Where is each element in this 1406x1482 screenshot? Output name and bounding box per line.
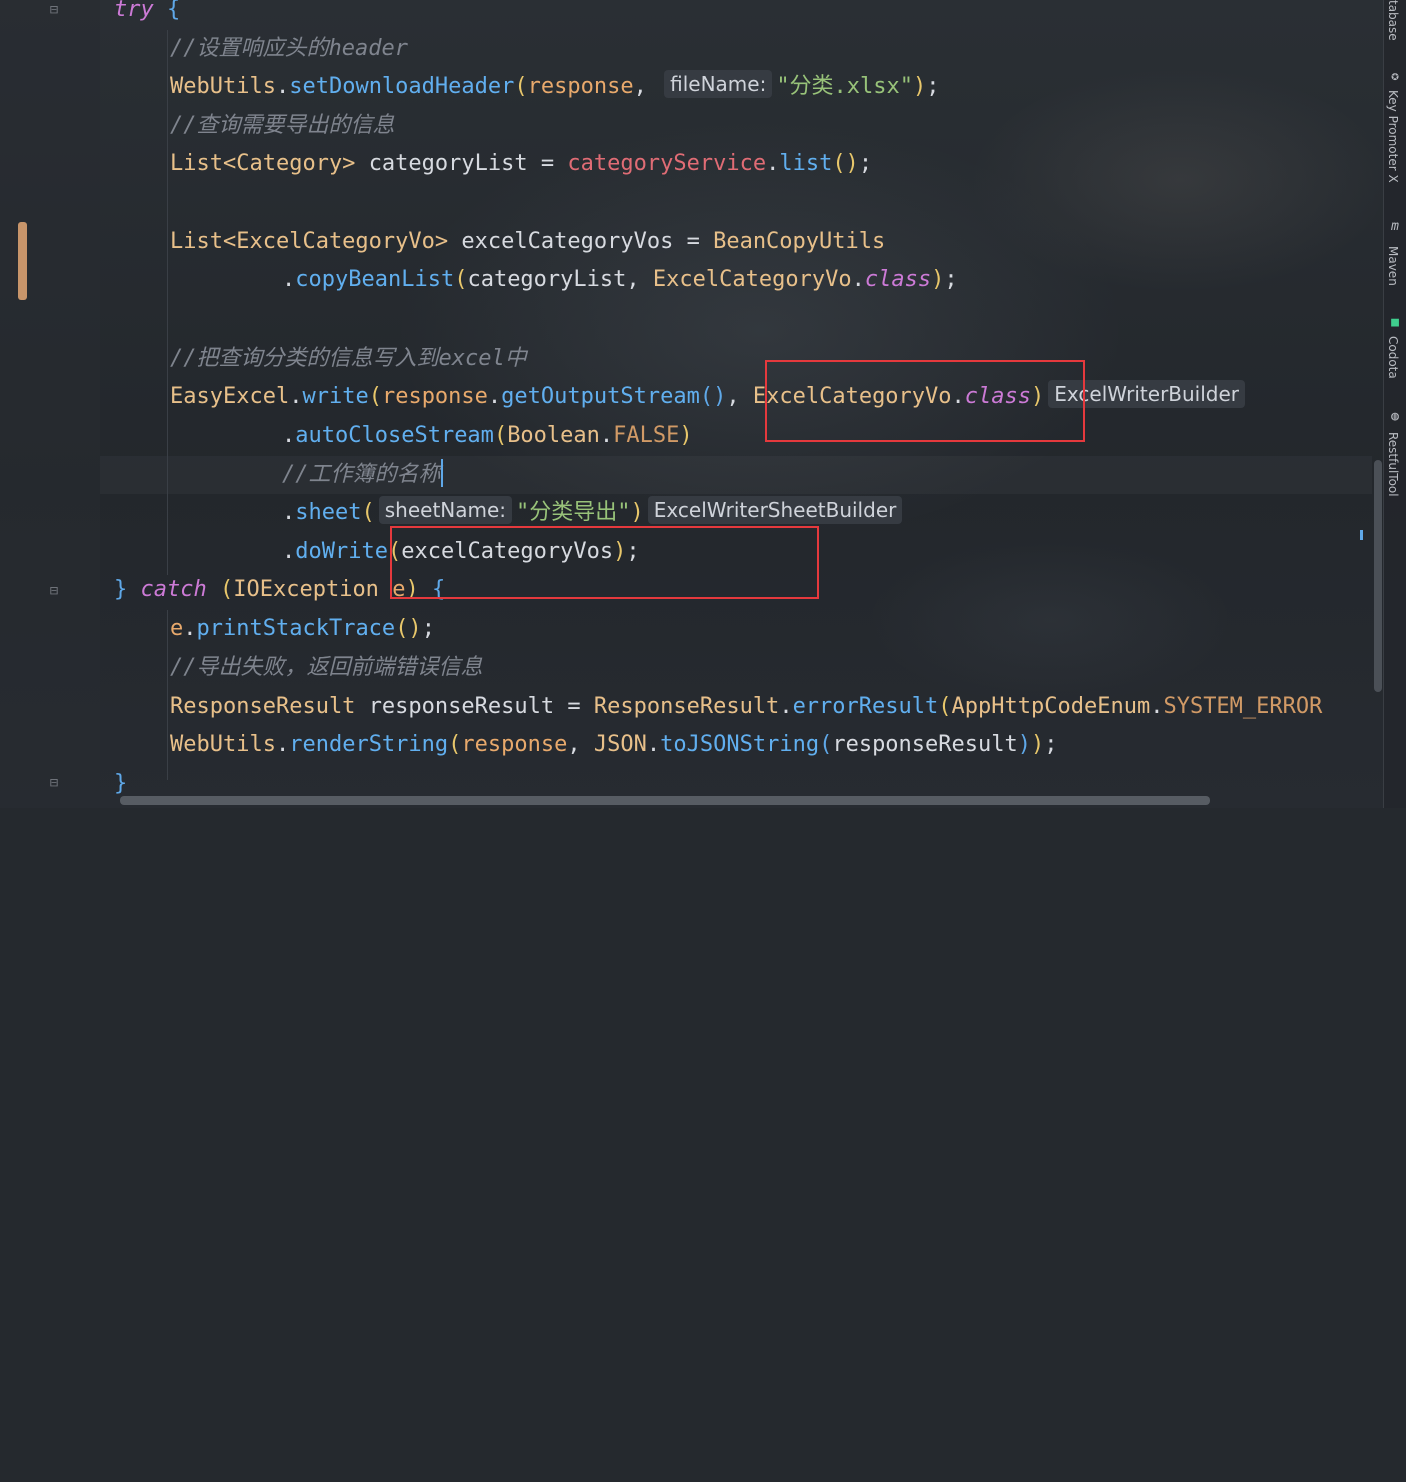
code-line-1: try { <box>114 0 181 22</box>
tool-key-promoter[interactable]: Key Promoter X <box>1386 90 1400 183</box>
text-caret <box>440 459 443 487</box>
highlight-box-dowrite-arg <box>390 526 819 599</box>
vertical-scrollbar[interactable] <box>1374 460 1382 692</box>
code-line-17: e.printStackTrace(); <box>170 616 435 641</box>
parameter-hint: sheetName: <box>378 496 513 524</box>
globe-icon: ◍ <box>1391 409 1399 424</box>
code-line-8: .copyBeanList(categoryList, ExcelCategor… <box>282 267 958 292</box>
code-line-7: List<ExcelCategoryVo> excelCategoryVos =… <box>170 229 886 254</box>
code-line-12: .autoCloseStream(Boolean.FALSE) <box>282 423 693 448</box>
code-line-5: List<Category> categoryList = categorySe… <box>170 151 873 176</box>
code-line-4: //查询需要导出的信息 <box>170 113 395 138</box>
horizontal-scrollbar[interactable] <box>120 796 1210 805</box>
maven-icon: m <box>1391 219 1399 234</box>
code-line-2: //设置响应头的header <box>170 36 408 61</box>
tool-database[interactable]: tabase <box>1386 0 1400 41</box>
highlight-box-class-arg <box>765 360 1085 442</box>
tool-restful[interactable]: RestfulTool <box>1386 432 1400 497</box>
tool-codota[interactable]: Codota <box>1386 336 1400 379</box>
fold-icon[interactable]: ⊟ <box>46 583 62 599</box>
indent-guide <box>167 30 168 575</box>
code-line-10: //把查询分类的信息写入到excel中 <box>170 346 527 371</box>
code-line-18: //导出失败，返回前端错误信息 <box>170 655 483 680</box>
code-line-3: WebUtils.setDownloadHeader(response, fil… <box>170 70 940 99</box>
code-editor[interactable]: try { //设置响应头的header WebUtils.setDownloa… <box>0 0 1322 1482</box>
tool-maven[interactable]: Maven <box>1386 246 1400 286</box>
fold-icon[interactable]: ⊟ <box>46 2 62 18</box>
indent-guide <box>167 610 168 780</box>
fold-icon[interactable]: ⊟ <box>46 775 62 791</box>
type-hint: ExcelWriterSheetBuilder <box>647 496 903 524</box>
code-line-19: ResponseResult responseResult = Response… <box>170 694 1323 719</box>
key-promoter-icon: ✪ <box>1391 69 1399 84</box>
code-line-13: //工作簿的名称 <box>282 456 443 494</box>
error-stripe-marker[interactable] <box>1360 530 1363 540</box>
code-line-20: WebUtils.renderString(response, JSON.toJ… <box>170 732 1058 757</box>
parameter-hint: fileName: <box>664 70 773 98</box>
codota-icon: ■ <box>1391 315 1399 330</box>
right-tool-window-bar: tabase ✪ Key Promoter X m Maven ■ Codota… <box>1383 0 1406 808</box>
code-line-11: EasyExcel.write(response.getOutputStream… <box>170 378 1249 416</box>
